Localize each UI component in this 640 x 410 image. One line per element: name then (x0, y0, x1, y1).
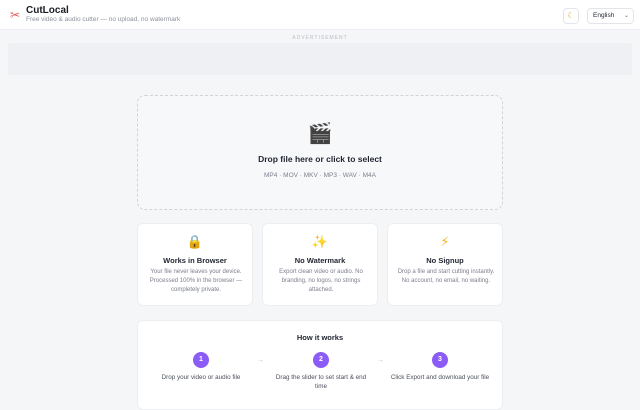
arrow-right-icon: → (377, 357, 384, 364)
ad-label: ADVERTISEMENT (292, 35, 348, 41)
step-number-1: 1 (193, 352, 209, 368)
feature-description: Your file never leaves your device. Proc… (149, 269, 243, 293)
step-number-2: 2 (313, 352, 329, 368)
section-title: How it works (296, 333, 344, 342)
feature-title: Works in Browser (163, 256, 227, 265)
chevron-down-icon: ⌄ (623, 13, 629, 19)
moon-icon: ☾ (567, 11, 575, 20)
file-dropzone[interactable]: 🎬 (137, 95, 503, 210)
brand-tagline: Free video & audio cutter — no upload, n… (26, 16, 181, 23)
feature-title: No Watermark (294, 256, 346, 265)
dropzone-formats: MP4 · MOV · MKV · MP3 · WAV · M4A (264, 172, 376, 179)
feature-title: No Signup (426, 256, 464, 265)
feature-card-watermark: ✨ No Watermark Export clean video or aud… (262, 223, 378, 306)
feature-description: Export clean video or audio. No branding… (279, 269, 363, 293)
feature-description: Drop a file and start cutting instantly.… (397, 269, 495, 284)
feature-card-signup: ⚡ No Signup Drop a file and start cuttin… (387, 223, 503, 306)
dropzone-title: Drop file here or click to select (258, 154, 382, 164)
lightning-icon: ⚡ (440, 234, 450, 249)
brand-name[interactable]: CutLocal (26, 5, 69, 16)
theme-toggle-button[interactable]: ☾ (563, 8, 579, 24)
lock-icon: 🔒 (186, 234, 204, 249)
how-it-works-section: How it works 1 Drop your video or audio … (137, 320, 503, 410)
clapperboard-icon: 🎬 (307, 123, 333, 145)
ad-slot[interactable] (8, 43, 632, 75)
scissors-icon[interactable]: ✂ (8, 8, 22, 22)
step-label-3: Click Export and download your file (390, 374, 490, 381)
sparkles-icon: ✨ (311, 234, 329, 249)
step-label-2: Drag the slider to set start & end time (275, 374, 367, 390)
step-label-1: Drop your video or audio file (161, 374, 241, 381)
feature-card-browser: 🔒 Works in Browser Your file never leave… (137, 223, 253, 306)
step-number-3: 3 (432, 352, 448, 368)
top-header: ✂ CutLocal Free video & audio cutter — n… (0, 0, 640, 30)
language-select[interactable]: English ⌄ (587, 8, 634, 24)
language-value: English (593, 12, 615, 19)
arrow-right-icon: → (257, 357, 264, 364)
